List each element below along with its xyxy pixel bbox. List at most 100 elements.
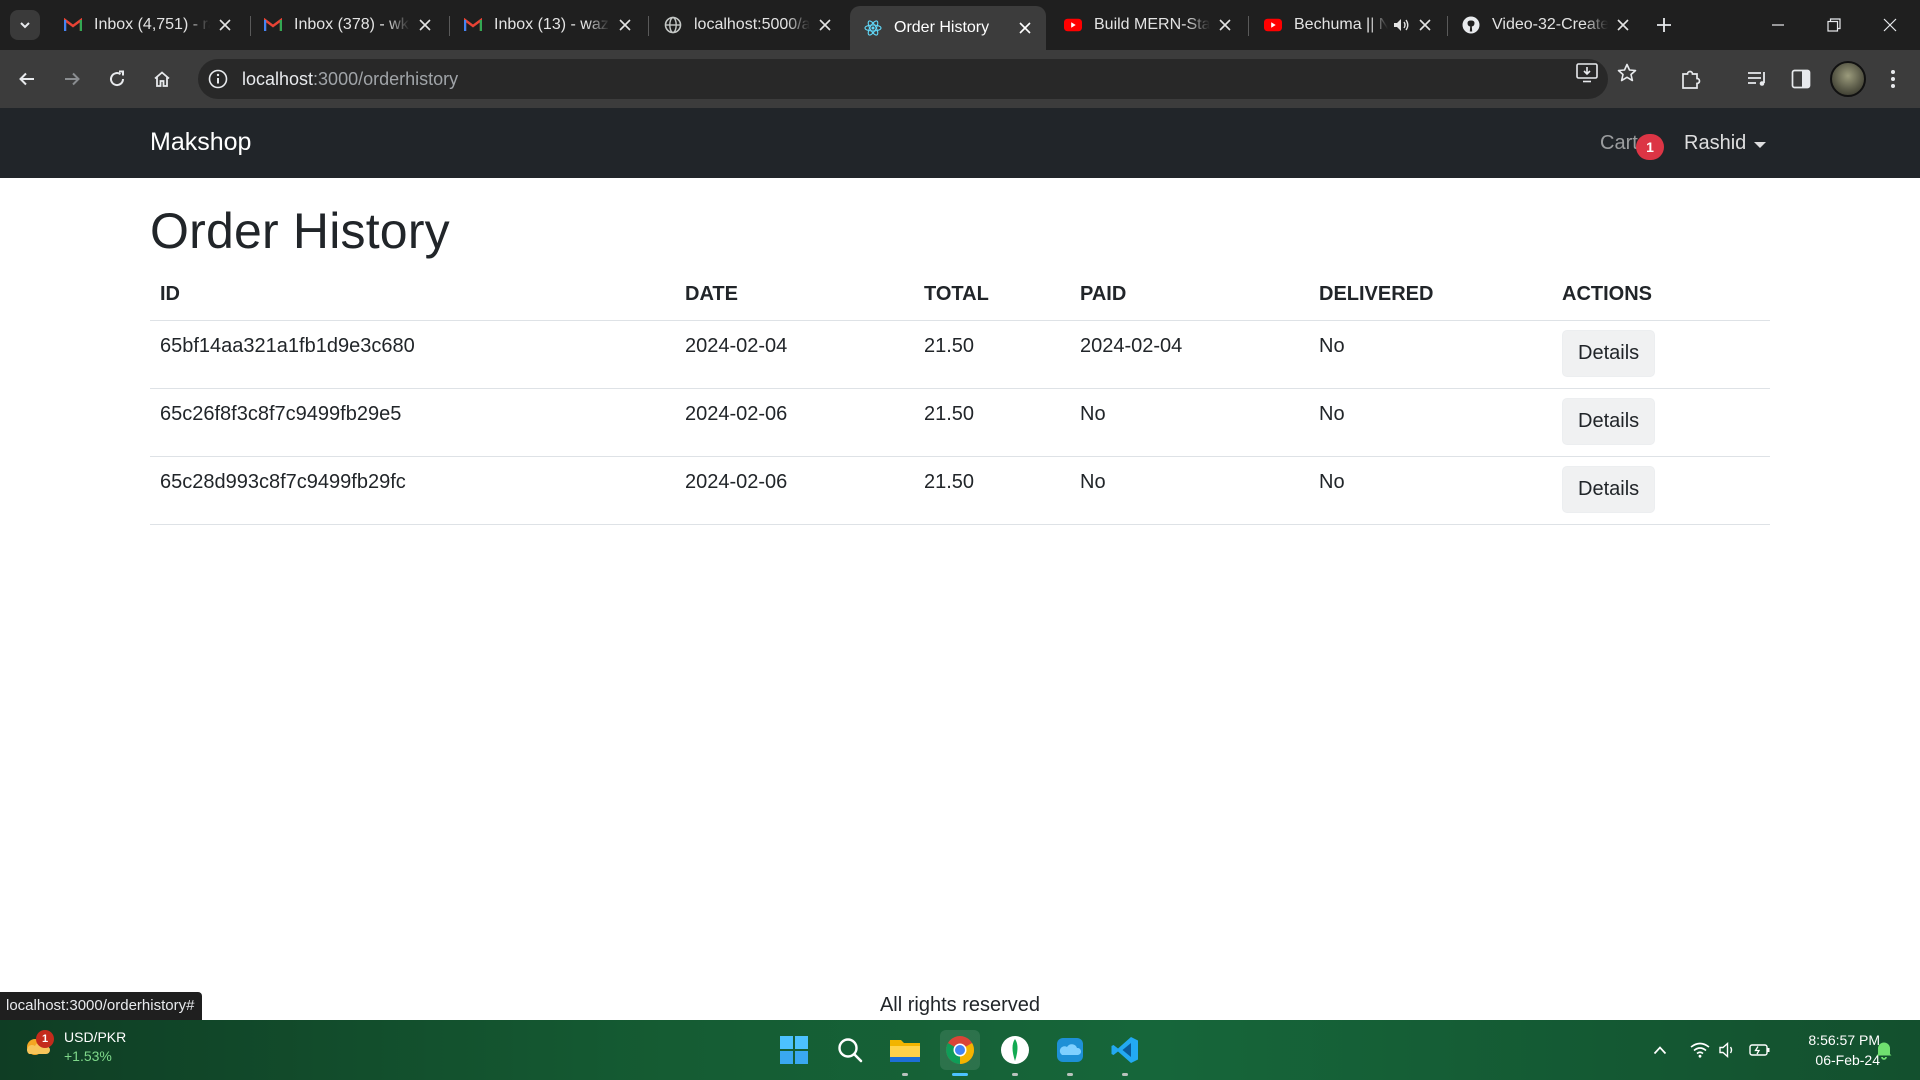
react-icon [864, 19, 882, 37]
close-tab-icon[interactable] [1016, 19, 1034, 37]
tab-title: Inbox (13) - waz [494, 16, 609, 33]
volume-icon [1719, 1041, 1733, 1059]
tab-title: Inbox (4,751) - ra [94, 16, 210, 33]
active-indicator [952, 1073, 968, 1076]
bell-icon [1876, 1042, 1892, 1060]
chevron-down-icon [20, 22, 30, 29]
extensions-button[interactable] [1674, 62, 1708, 96]
new-tab-button[interactable] [1651, 12, 1677, 38]
user-dropdown-toggle[interactable]: Rashid [1684, 132, 1767, 155]
order-date: 2024-02-04 [675, 320, 914, 389]
close-tab-icon[interactable] [416, 16, 434, 34]
currency-widget[interactable]: 1 USD/PKR +1.53% [22, 1028, 126, 1066]
tab-title: localhost:5000/a [694, 16, 810, 33]
volume-status[interactable] [1716, 1038, 1740, 1062]
column-header-date: DATE [675, 268, 914, 321]
table-row: 65c26f8f3c8f7c9499fb29e5 2024-02-06 21.5… [150, 388, 1770, 457]
column-header-id: ID [150, 268, 675, 321]
notifications-button[interactable] [1872, 1038, 1896, 1062]
browser-tab-2[interactable]: Inbox (13) - waz [450, 6, 646, 44]
widget-badge: 1 [36, 1030, 54, 1048]
cart-count-badge: 1 [1636, 134, 1664, 160]
side-panel-button[interactable] [1784, 62, 1818, 96]
close-tab-icon[interactable] [216, 16, 234, 34]
mongodb-compass-icon [1001, 1036, 1029, 1064]
media-control-button[interactable] [1740, 62, 1774, 96]
taskbar-app-chrome[interactable] [940, 1030, 980, 1076]
taskbar-app-vscode[interactable] [1105, 1030, 1145, 1076]
order-total: 21.50 [914, 388, 1070, 457]
caret-down-icon [1754, 141, 1767, 148]
back-button[interactable] [10, 62, 44, 96]
wifi-status[interactable] [1688, 1038, 1712, 1062]
browser-tab-1[interactable]: Inbox (378) - wk [250, 6, 446, 44]
profile-avatar[interactable] [1830, 61, 1866, 97]
order-date: 2024-02-06 [675, 456, 914, 525]
home-button[interactable] [145, 62, 179, 96]
close-tab-icon[interactable] [1614, 16, 1632, 34]
order-actions: Details [1552, 456, 1770, 525]
file-explorer-icon [890, 1040, 920, 1062]
details-button[interactable]: Details [1562, 465, 1656, 513]
tab-title: Inbox (378) - wk [294, 16, 409, 33]
restore-button[interactable] [1806, 0, 1862, 50]
running-indicator [1122, 1073, 1128, 1076]
order-id: 65bf14aa321a1fb1d9e3c680 [150, 320, 675, 389]
close-window-button[interactable] [1862, 0, 1918, 50]
chrome-menu-button[interactable] [1876, 62, 1910, 96]
browser-tab-3[interactable]: localhost:5000/a [650, 6, 846, 44]
search-icon [838, 1038, 863, 1063]
browser-tab-7[interactable]: Video-32-Create [1448, 6, 1644, 44]
speaker-audio-icon[interactable] [1392, 16, 1410, 34]
forward-button[interactable] [55, 62, 89, 96]
table-row: 65c28d993c8f7c9499fb29fc 2024-02-06 21.5… [150, 456, 1770, 525]
install-app-button[interactable] [1573, 59, 1601, 87]
table-header-row: ID DATE TOTAL PAID DELIVERED ACTIONS [150, 268, 1770, 321]
address-bar[interactable]: localhost:3000/orderhistory [198, 59, 1608, 99]
browser-tab-4-active[interactable]: Order History [850, 6, 1046, 50]
column-header-actions: ACTIONS [1552, 268, 1770, 321]
order-total: 21.50 [914, 320, 1070, 389]
details-button[interactable]: Details [1562, 397, 1656, 445]
close-tab-icon[interactable] [816, 16, 834, 34]
order-paid: No [1070, 456, 1309, 525]
browser-tab-5[interactable]: Build MERN-Sta [1050, 6, 1246, 44]
start-button[interactable] [774, 1030, 814, 1070]
taskbar-search-button[interactable] [830, 1030, 870, 1070]
details-button[interactable]: Details [1562, 329, 1656, 377]
taskbar-app-onedrive[interactable] [1050, 1030, 1090, 1076]
order-id: 65c28d993c8f7c9499fb29fc [150, 456, 675, 525]
browser-tab-6[interactable]: Bechuma || N [1250, 6, 1446, 44]
reload-icon [110, 70, 125, 87]
bookmark-star-button[interactable] [1613, 59, 1641, 87]
chrome-icon [946, 1036, 974, 1064]
browser-tab-0[interactable]: Inbox (4,751) - ra [50, 6, 246, 44]
order-paid: No [1070, 388, 1309, 457]
page-title: Order History [150, 203, 450, 259]
brand-link[interactable]: Makshop [150, 128, 251, 157]
close-tab-icon[interactable] [1416, 16, 1434, 34]
reload-button[interactable] [100, 62, 134, 96]
site-info-icon[interactable] [206, 67, 230, 91]
column-header-delivered: DELIVERED [1309, 268, 1552, 321]
system-clock[interactable]: 8:56:57 PM 06-Feb-24 [1784, 1030, 1880, 1070]
running-indicator [902, 1073, 908, 1076]
cart-link[interactable]: Cart [1600, 132, 1638, 155]
taskbar-app-file-explorer[interactable] [885, 1030, 925, 1076]
close-tab-icon[interactable] [616, 16, 634, 34]
close-tab-icon[interactable] [1216, 16, 1234, 34]
orders-table: ID DATE TOTAL PAID DELIVERED ACTIONS 65b… [150, 268, 1770, 525]
close-icon [1883, 18, 1897, 32]
show-hidden-icons-button[interactable] [1648, 1038, 1672, 1062]
gmail-icon [64, 16, 82, 34]
minimize-button[interactable] [1750, 0, 1806, 50]
currency-pair: USD/PKR [64, 1029, 127, 1045]
clock-time: 8:56:57 PM [1808, 1032, 1880, 1048]
user-name: Rashid [1684, 132, 1747, 154]
tab-search-button[interactable] [10, 10, 40, 40]
battery-status[interactable] [1748, 1038, 1772, 1062]
side-panel-icon [1791, 69, 1811, 89]
taskbar-app-mongodb[interactable] [995, 1030, 1035, 1076]
order-delivered: No [1309, 320, 1552, 389]
column-header-total: TOTAL [914, 268, 1070, 321]
